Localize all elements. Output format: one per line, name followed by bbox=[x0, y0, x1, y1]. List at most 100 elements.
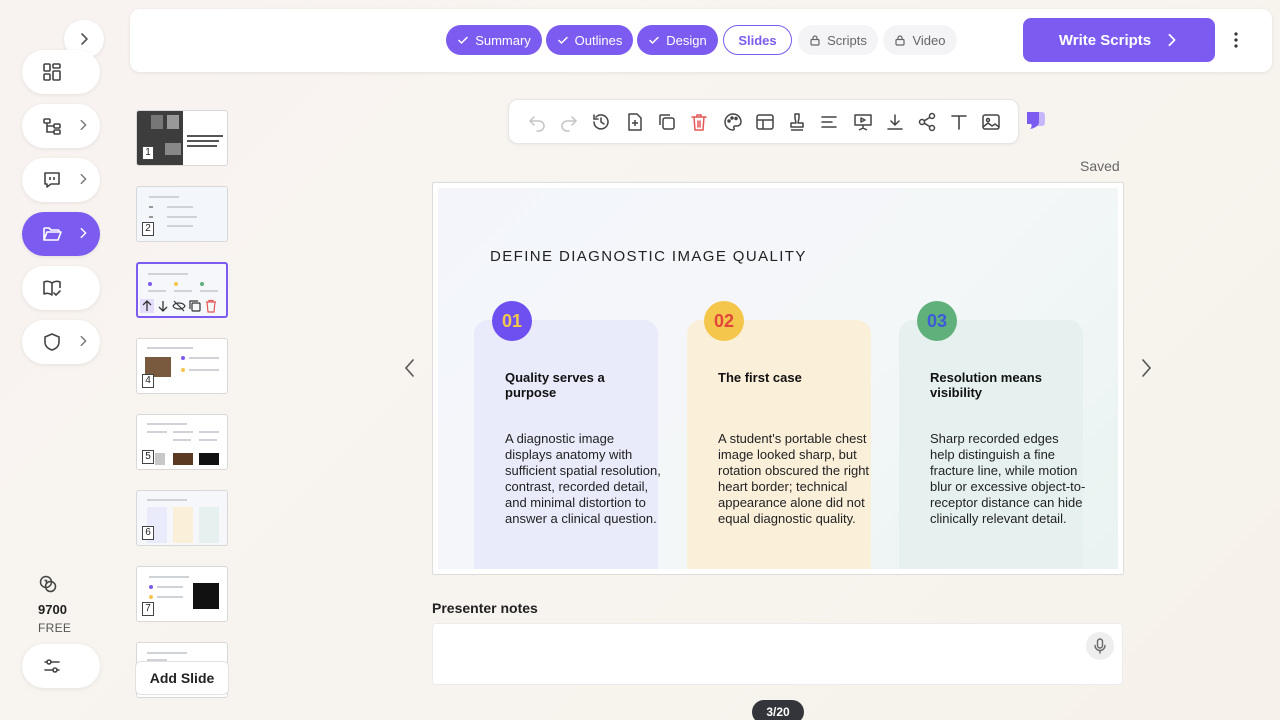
card-number: 02 bbox=[713, 310, 735, 331]
write-scripts-button[interactable]: Write Scripts bbox=[1023, 18, 1215, 62]
book-check-icon bbox=[43, 280, 61, 296]
next-slide-button[interactable] bbox=[1138, 356, 1154, 380]
slide-thumbnail-4[interactable]: 4 bbox=[136, 338, 228, 394]
step-video[interactable]: Video bbox=[883, 25, 957, 55]
theme-palette-icon[interactable] bbox=[723, 112, 743, 132]
slide-content: DEFINE DIAGNOSTIC IMAGE QUALITY 01 Quali… bbox=[438, 188, 1118, 569]
card-heading[interactable]: The first case bbox=[718, 370, 868, 385]
card-heading[interactable]: Resolution means visibility bbox=[930, 370, 1080, 400]
outline-tree-icon bbox=[43, 118, 61, 135]
lock-icon bbox=[810, 35, 820, 46]
ai-assistant-icon[interactable] bbox=[1025, 111, 1047, 131]
credits-amount: 9700 bbox=[38, 602, 67, 617]
duplicate-icon[interactable] bbox=[188, 299, 202, 313]
step-scripts[interactable]: Scripts bbox=[798, 25, 878, 55]
credits-panel: 9700 FREE bbox=[22, 574, 100, 635]
settings-button[interactable] bbox=[22, 644, 100, 688]
slide-number: 1 bbox=[142, 146, 154, 160]
workflow-bar: Summary Outlines Design Slides Scripts V… bbox=[130, 9, 1272, 72]
slide-number: 6 bbox=[142, 526, 154, 540]
step-label: Video bbox=[912, 32, 946, 48]
add-page-icon[interactable] bbox=[625, 112, 645, 132]
slide-number: 2 bbox=[142, 222, 154, 236]
step-label: Design bbox=[666, 32, 707, 48]
slide-thumbnail-2[interactable]: 2 bbox=[136, 186, 228, 242]
lock-icon bbox=[895, 35, 906, 46]
chevron-right-icon bbox=[80, 173, 87, 185]
step-label: Summary bbox=[475, 32, 531, 48]
card-number-badge: 02 bbox=[704, 301, 744, 341]
duplicate-icon[interactable] bbox=[657, 112, 677, 132]
history-icon[interactable] bbox=[591, 112, 611, 132]
card-body[interactable]: A diagnostic image displays anatomy with… bbox=[505, 431, 661, 527]
slide-thumbnail-3[interactable] bbox=[136, 262, 228, 318]
text-icon[interactable] bbox=[949, 112, 969, 132]
undo-icon[interactable] bbox=[527, 112, 547, 132]
card-body[interactable]: Sharp recorded edges help distinguish a … bbox=[930, 431, 1086, 527]
sidebar-item-security[interactable] bbox=[22, 320, 100, 364]
chevron-right-icon bbox=[80, 119, 87, 131]
slide-thumbnail-6[interactable]: 6 bbox=[136, 490, 228, 546]
slide-thumbnail-1[interactable]: 1 bbox=[136, 110, 228, 166]
step-label: Outlines bbox=[574, 32, 623, 48]
step-label: Scripts bbox=[827, 32, 867, 48]
editor-toolbar bbox=[508, 99, 1019, 144]
presenter-notes-input[interactable] bbox=[432, 623, 1123, 685]
more-menu-button[interactable] bbox=[1233, 31, 1239, 49]
folder-open-icon bbox=[43, 227, 62, 241]
present-icon[interactable] bbox=[853, 112, 873, 132]
redo-icon[interactable] bbox=[559, 112, 579, 132]
sidebar-item-dashboard[interactable] bbox=[22, 50, 100, 94]
stamp-icon[interactable] bbox=[787, 112, 807, 132]
plan-label: FREE bbox=[38, 621, 72, 635]
save-status: Saved bbox=[1080, 158, 1120, 174]
download-icon[interactable] bbox=[885, 112, 905, 132]
step-outlines[interactable]: Outlines bbox=[546, 25, 633, 55]
layout-icon[interactable] bbox=[755, 112, 775, 132]
slide-thumbnail-list[interactable]: 1 2 4 5 6 7 bbox=[135, 109, 230, 699]
chevron-right-icon bbox=[80, 227, 87, 239]
card-number: 01 bbox=[501, 310, 523, 331]
card-heading[interactable]: Quality serves a purpose bbox=[505, 370, 655, 400]
sidebar-item-library[interactable] bbox=[22, 266, 100, 310]
coins-icon bbox=[38, 574, 100, 594]
delete-icon[interactable] bbox=[689, 112, 709, 132]
card-number: 03 bbox=[926, 310, 948, 331]
slide-number: 5 bbox=[142, 450, 154, 464]
slide-number: 7 bbox=[142, 602, 154, 616]
shield-icon bbox=[44, 333, 60, 351]
chat-icon bbox=[44, 172, 60, 188]
sidebar-item-outlines[interactable] bbox=[22, 104, 100, 148]
delete-icon[interactable] bbox=[204, 299, 218, 313]
thumbnail-actions bbox=[138, 296, 226, 316]
image-icon[interactable] bbox=[981, 112, 1001, 132]
slide-number: 4 bbox=[142, 374, 154, 388]
card-number-badge: 03 bbox=[917, 301, 957, 341]
add-slide-button[interactable]: Add Slide bbox=[135, 661, 229, 695]
dashboard-icon bbox=[43, 63, 61, 81]
write-scripts-label: Write Scripts bbox=[1058, 31, 1152, 49]
step-summary[interactable]: Summary bbox=[446, 25, 542, 55]
hide-icon[interactable] bbox=[172, 299, 186, 313]
slide-title[interactable]: DEFINE DIAGNOSTIC IMAGE QUALITY bbox=[490, 248, 807, 265]
move-up-icon[interactable] bbox=[140, 299, 154, 313]
sidebar-item-chat[interactable] bbox=[22, 158, 100, 202]
slide-canvas[interactable]: DEFINE DIAGNOSTIC IMAGE QUALITY 01 Quali… bbox=[432, 182, 1124, 575]
sidebar-item-projects[interactable] bbox=[22, 212, 100, 256]
card-body[interactable]: A student's portable chest image looked … bbox=[718, 431, 874, 527]
step-slides[interactable]: Slides bbox=[723, 25, 792, 55]
chevron-right-icon bbox=[1168, 33, 1176, 47]
check-icon bbox=[649, 36, 660, 45]
share-icon[interactable] bbox=[917, 112, 937, 132]
previous-slide-button[interactable] bbox=[402, 356, 418, 380]
chevron-right-icon bbox=[1142, 359, 1152, 377]
slide-counter: 3/20 bbox=[752, 700, 804, 720]
slide-thumbnail-7[interactable]: 7 bbox=[136, 566, 228, 622]
slide-thumbnail-5[interactable]: 5 bbox=[136, 414, 228, 470]
check-icon bbox=[557, 36, 568, 45]
card-number-badge: 01 bbox=[492, 301, 532, 341]
microphone-button[interactable] bbox=[1086, 632, 1114, 660]
align-icon[interactable] bbox=[819, 112, 839, 132]
step-design[interactable]: Design bbox=[637, 25, 718, 55]
move-down-icon[interactable] bbox=[156, 299, 170, 313]
